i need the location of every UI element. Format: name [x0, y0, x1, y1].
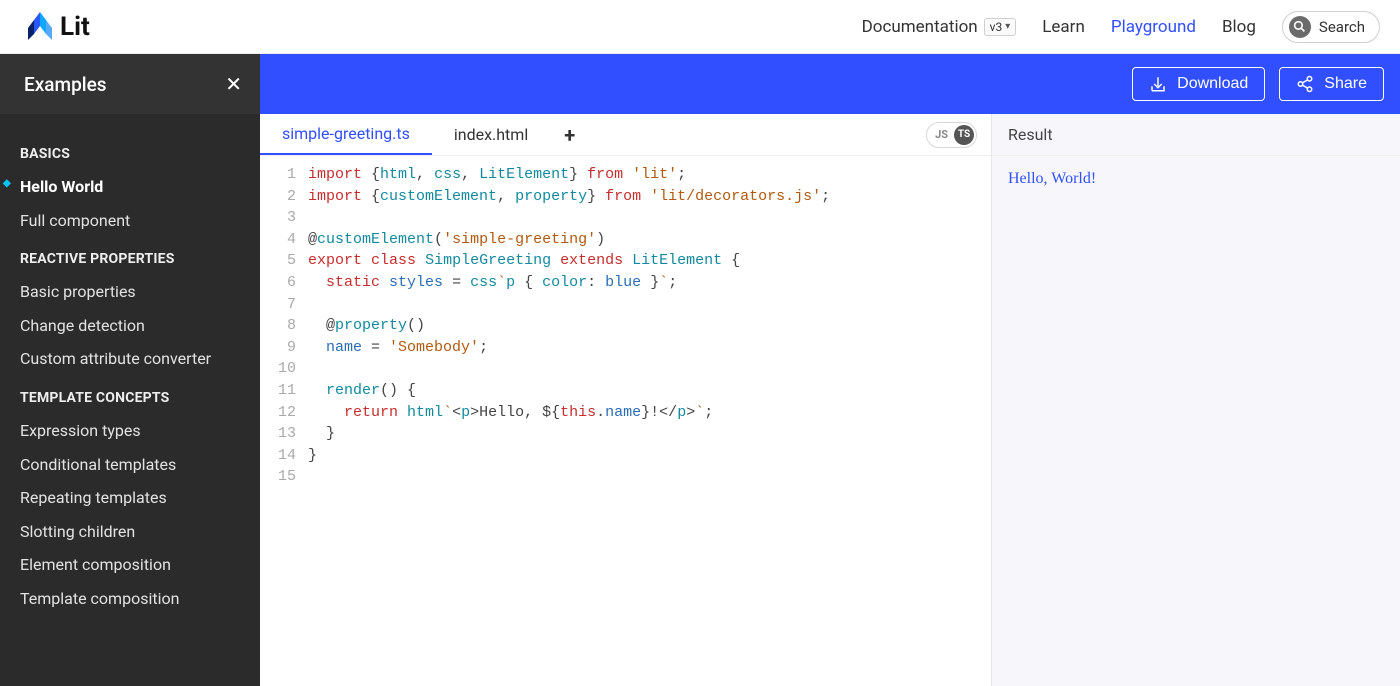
- line-number: 15: [260, 466, 308, 488]
- brand-name: Lit: [60, 12, 90, 42]
- tab-simple-greeting[interactable]: simple-greeting.ts: [260, 114, 432, 155]
- add-tab-button[interactable]: +: [550, 123, 589, 147]
- code-line: 2import {customElement, property} from '…: [260, 186, 991, 208]
- code-line: 7: [260, 294, 991, 316]
- language-toggle[interactable]: JS TS: [926, 122, 977, 148]
- line-number: 4: [260, 229, 308, 251]
- result-body: Hello, World!: [992, 156, 1400, 202]
- result-column: Result Hello, World!: [992, 114, 1400, 686]
- top-bar: Lit Documentation v3 ▾ Learn Playground …: [0, 0, 1400, 54]
- nav-documentation-label: Documentation: [862, 17, 978, 37]
- code-line: 8 @property(): [260, 315, 991, 337]
- main: Examples ✕ BASICSHello WorldFull compone…: [0, 54, 1400, 686]
- code-source: name = 'Somebody';: [308, 337, 488, 359]
- code-line: 12 return html`<p>Hello, ${this.name}!</…: [260, 402, 991, 424]
- sidebar-item[interactable]: Full component: [0, 204, 260, 238]
- line-number: 8: [260, 315, 308, 337]
- share-label: Share: [1324, 75, 1367, 93]
- sidebar-item[interactable]: Custom attribute converter: [0, 342, 260, 376]
- sidebar-group-label: BASICS: [0, 132, 260, 170]
- code-line: 4@customElement('simple-greeting'): [260, 229, 991, 251]
- sidebar-item[interactable]: Basic properties: [0, 275, 260, 309]
- code-line: 14}: [260, 445, 991, 467]
- editor-column: simple-greeting.ts index.html + JS TS 1i…: [260, 114, 992, 686]
- line-number: 3: [260, 207, 308, 229]
- line-number: 1: [260, 164, 308, 186]
- sidebar-item[interactable]: Repeating templates: [0, 481, 260, 515]
- sidebar-group-label: REACTIVE PROPERTIES: [0, 237, 260, 275]
- workspace: simple-greeting.ts index.html + JS TS 1i…: [260, 114, 1400, 686]
- nav-learn[interactable]: Learn: [1042, 17, 1085, 37]
- sidebar-body: BASICSHello WorldFull componentREACTIVE …: [0, 114, 260, 636]
- line-number: 12: [260, 402, 308, 424]
- download-button[interactable]: Download: [1132, 67, 1265, 101]
- code-source: import {html, css, LitElement} from 'lit…: [308, 164, 686, 186]
- download-label: Download: [1177, 75, 1248, 93]
- code-source: @customElement('simple-greeting'): [308, 229, 605, 251]
- code-line: 15: [260, 466, 991, 488]
- code-source: }: [308, 423, 335, 445]
- line-number: 14: [260, 445, 308, 467]
- sidebar-item[interactable]: Element composition: [0, 548, 260, 582]
- flame-icon: [28, 12, 52, 42]
- sidebar-item[interactable]: Conditional templates: [0, 448, 260, 482]
- nav-documentation[interactable]: Documentation v3 ▾: [862, 17, 1017, 37]
- code-source: import {customElement, property} from 'l…: [308, 186, 830, 208]
- line-number: 10: [260, 358, 308, 380]
- version-selector[interactable]: v3 ▾: [984, 18, 1017, 36]
- sidebar-title: Examples: [24, 73, 107, 96]
- editor-tabs: simple-greeting.ts index.html + JS TS: [260, 114, 991, 156]
- nav-playground[interactable]: Playground: [1111, 17, 1196, 37]
- sidebar-item[interactable]: Hello World: [0, 170, 260, 204]
- share-icon: [1296, 75, 1314, 93]
- top-nav: Documentation v3 ▾ Learn Playground Blog…: [862, 11, 1380, 43]
- code-line: 6 static styles = css`p { color: blue }`…: [260, 272, 991, 294]
- sidebar-item[interactable]: Change detection: [0, 309, 260, 343]
- lang-ts-option[interactable]: TS: [954, 125, 974, 145]
- code-editor[interactable]: 1import {html, css, LitElement} from 'li…: [260, 156, 991, 686]
- line-number: 9: [260, 337, 308, 359]
- code-source: }: [308, 445, 317, 467]
- line-number: 2: [260, 186, 308, 208]
- sidebar-header: Examples ✕: [0, 54, 260, 114]
- version-label: v3: [990, 20, 1003, 34]
- code-line: 3: [260, 207, 991, 229]
- lang-js-option[interactable]: JS: [929, 126, 954, 143]
- code-line: 13 }: [260, 423, 991, 445]
- sidebar-item[interactable]: Template composition: [0, 582, 260, 616]
- line-number: 6: [260, 272, 308, 294]
- code-line: 10: [260, 358, 991, 380]
- chevron-down-icon: ▾: [1005, 21, 1010, 32]
- tab-index-html[interactable]: index.html: [432, 114, 550, 155]
- line-number: 13: [260, 423, 308, 445]
- line-number: 7: [260, 294, 308, 316]
- result-header: Result: [992, 114, 1400, 156]
- code-source: static styles = css`p { color: blue }`;: [308, 272, 677, 294]
- code-source: render() {: [308, 380, 416, 402]
- code-source: return html`<p>Hello, ${this.name}!</p>`…: [308, 402, 713, 424]
- sidebar-group-label: TEMPLATE CONCEPTS: [0, 376, 260, 414]
- sidebar-item[interactable]: Slotting children: [0, 515, 260, 549]
- share-button[interactable]: Share: [1279, 67, 1384, 101]
- code-line: 11 render() {: [260, 380, 991, 402]
- code-line: 5export class SimpleGreeting extends Lit…: [260, 250, 991, 272]
- result-output: Hello, World!: [1008, 170, 1384, 188]
- line-number: 5: [260, 250, 308, 272]
- brand-logo[interactable]: Lit: [28, 12, 90, 42]
- search-icon: [1289, 16, 1311, 38]
- examples-sidebar: Examples ✕ BASICSHello WorldFull compone…: [0, 54, 260, 686]
- sidebar-item[interactable]: Expression types: [0, 414, 260, 448]
- code-source: @property(): [308, 315, 425, 337]
- code-source: export class SimpleGreeting extends LitE…: [308, 250, 740, 272]
- search-button[interactable]: Search: [1282, 11, 1380, 43]
- code-line: 9 name = 'Somebody';: [260, 337, 991, 359]
- line-number: 11: [260, 380, 308, 402]
- close-icon[interactable]: ✕: [225, 72, 242, 96]
- download-icon: [1149, 75, 1167, 93]
- nav-blog[interactable]: Blog: [1222, 17, 1256, 37]
- action-bar: Download Share: [260, 54, 1400, 114]
- search-label: Search: [1319, 18, 1365, 36]
- code-line: 1import {html, css, LitElement} from 'li…: [260, 164, 991, 186]
- content: Download Share simple-greeting.ts index.…: [260, 54, 1400, 686]
